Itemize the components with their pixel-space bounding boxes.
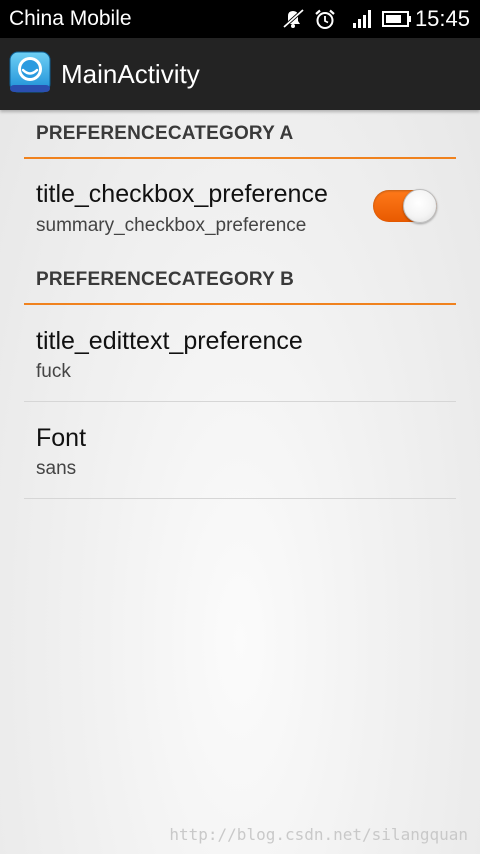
preference-category-a: PREFERENCECATEGORY A (24, 110, 456, 159)
checkbox-toggle[interactable] (373, 189, 437, 223)
app-face-icon[interactable] (9, 51, 51, 93)
checkbox-preference-title: title_checkbox_preference (36, 180, 328, 208)
font-preference-title: Font (36, 424, 87, 452)
action-bar: MainActivity (0, 38, 480, 110)
mute-icon (282, 9, 305, 29)
signal-icon (353, 10, 371, 28)
app-title: MainActivity (61, 59, 200, 89)
checkbox-preference-summary: summary_checkbox_preference (36, 215, 307, 236)
category-a-label: PREFERENCECATEGORY A (36, 123, 294, 144)
edittext-preference-title: title_edittext_preference (36, 327, 303, 355)
toggle-knob (403, 189, 437, 223)
watermark: http://blog.csdn.net/silangquan (169, 825, 468, 844)
status-bar: China Mobile 15:45 (0, 0, 480, 38)
font-preference-summary: sans (36, 458, 77, 479)
battery-icon (382, 11, 411, 27)
checkbox-preference[interactable]: title_checkbox_preference summary_checkb… (24, 159, 456, 255)
alarm-icon (315, 9, 335, 29)
carrier-name: China Mobile (9, 7, 132, 30)
clock: 15:45 (414, 6, 470, 31)
category-b-label: PREFERENCECATEGORY B (36, 269, 295, 290)
edittext-preference[interactable]: title_edittext_preference fuck (24, 305, 456, 402)
preference-category-b: PREFERENCECATEGORY B (24, 256, 456, 305)
edittext-preference-summary: fuck (36, 361, 71, 382)
font-preference[interactable]: Font sans (24, 402, 456, 499)
